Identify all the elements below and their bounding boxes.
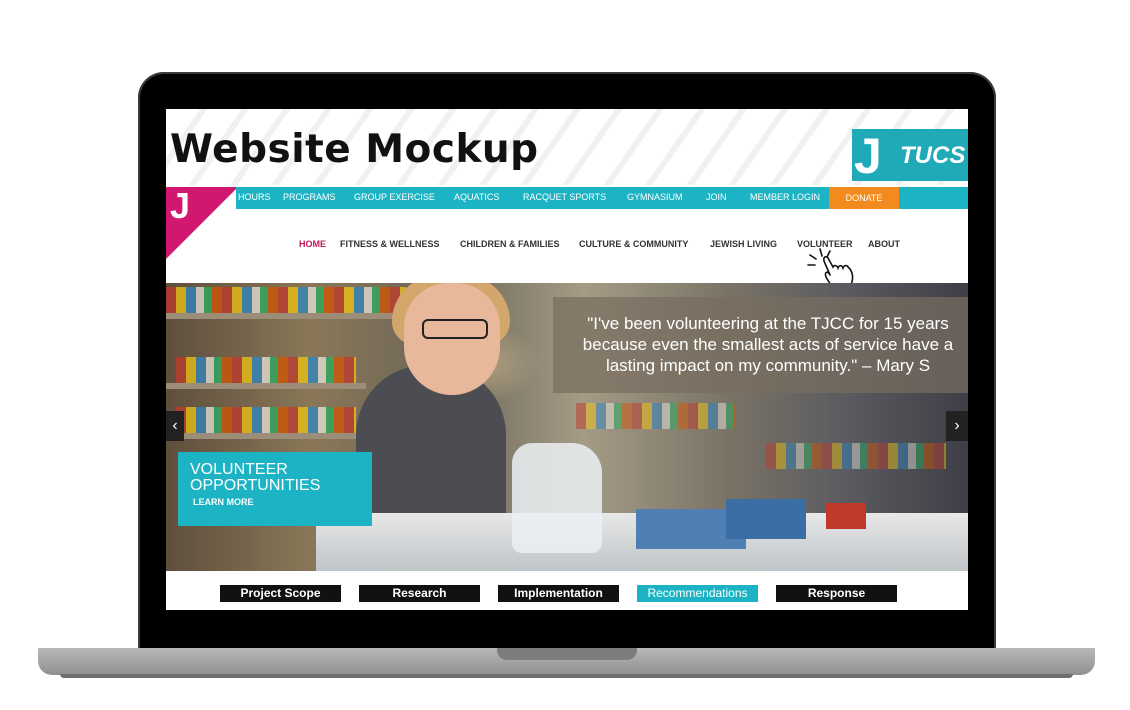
nav-item-children-families[interactable]: CHILDREN & FAMILIES bbox=[460, 239, 560, 249]
quote-line: lasting impact on my community." – Mary … bbox=[605, 356, 931, 375]
nav-item-home[interactable]: HOME bbox=[299, 239, 326, 249]
shelf-products bbox=[176, 407, 356, 433]
shelf-products bbox=[766, 443, 946, 469]
nav-item-about[interactable]: ABOUT bbox=[868, 239, 900, 249]
tab-implementation[interactable]: Implementation bbox=[498, 585, 619, 602]
hero-carousel: "I've been volunteering at the TJCC for … bbox=[166, 283, 968, 571]
utility-nav-group-exercise[interactable]: GROUP EXERCISE bbox=[354, 192, 435, 202]
cta-title: VOLUNTEER OPPORTUNITIES bbox=[190, 461, 321, 494]
brand-logo-letter: J bbox=[854, 128, 882, 184]
corner-logo[interactable]: J bbox=[166, 187, 238, 259]
utility-nav-bar: HOURS PROGRAMS GROUP EXERCISE AQUATICS R… bbox=[236, 187, 968, 209]
tab-response[interactable]: Response bbox=[776, 585, 897, 602]
utility-nav-aquatics[interactable]: AQUATICS bbox=[454, 192, 499, 202]
utility-nav-hours[interactable]: HOURS bbox=[238, 192, 271, 202]
shelf-products bbox=[176, 357, 356, 383]
brand-logo[interactable]: J TUCS bbox=[852, 128, 968, 184]
plastic-bag bbox=[512, 443, 602, 553]
shelf-products bbox=[166, 287, 406, 313]
laptop-screen: Website Mockup J TUCS J HOURS PROGRAMS G… bbox=[166, 109, 968, 610]
utility-nav-member-login[interactable]: MEMBER LOGIN bbox=[750, 192, 820, 202]
brand-logo-text: TUCS bbox=[900, 142, 966, 169]
tab-research[interactable]: Research bbox=[359, 585, 480, 602]
donate-button[interactable]: DONATE bbox=[829, 187, 899, 209]
learn-more-link[interactable]: LEARN MORE bbox=[193, 497, 254, 507]
utility-nav-programs[interactable]: PROGRAMS bbox=[283, 192, 336, 202]
mockup-header: Website Mockup J TUCS bbox=[166, 109, 968, 185]
food-can bbox=[826, 503, 866, 529]
utility-nav-join[interactable]: JOIN bbox=[706, 192, 727, 202]
tab-project-scope[interactable]: Project Scope bbox=[220, 585, 341, 602]
tab-recommendations[interactable]: Recommendations bbox=[637, 585, 758, 602]
laptop-notch bbox=[497, 648, 637, 660]
chevron-right-icon[interactable]: › bbox=[946, 411, 968, 441]
chevron-left-icon[interactable]: ‹ bbox=[166, 411, 184, 441]
shelf bbox=[166, 433, 366, 439]
volunteer-opportunities-cta[interactable]: VOLUNTEER OPPORTUNITIES LEARN MORE bbox=[178, 452, 372, 526]
volunteer-glasses bbox=[422, 319, 488, 339]
shelf bbox=[166, 383, 366, 389]
quote-line: "I've been volunteering at the TJCC for … bbox=[587, 314, 949, 333]
nav-item-culture-community[interactable]: CULTURE & COMMUNITY bbox=[579, 239, 688, 249]
nav-item-jewish-living[interactable]: JEWISH LIVING bbox=[710, 239, 777, 249]
shelf-products bbox=[576, 403, 736, 429]
utility-nav-gymnasium[interactable]: GYMNASIUM bbox=[627, 192, 683, 202]
testimonial-quote: "I've been volunteering at the TJCC for … bbox=[553, 297, 968, 393]
corner-logo-letter: J bbox=[170, 185, 191, 226]
utility-nav-racquet-sports[interactable]: RACQUET SPORTS bbox=[523, 192, 606, 202]
nav-item-fitness-wellness[interactable]: FITNESS & WELLNESS bbox=[340, 239, 440, 249]
mockup-title: Website Mockup bbox=[170, 127, 539, 172]
laptop-foot bbox=[60, 674, 1073, 678]
quote-line: because even the smallest acts of servic… bbox=[582, 335, 954, 354]
food-box bbox=[726, 499, 806, 539]
volunteer-person-head bbox=[404, 283, 500, 395]
